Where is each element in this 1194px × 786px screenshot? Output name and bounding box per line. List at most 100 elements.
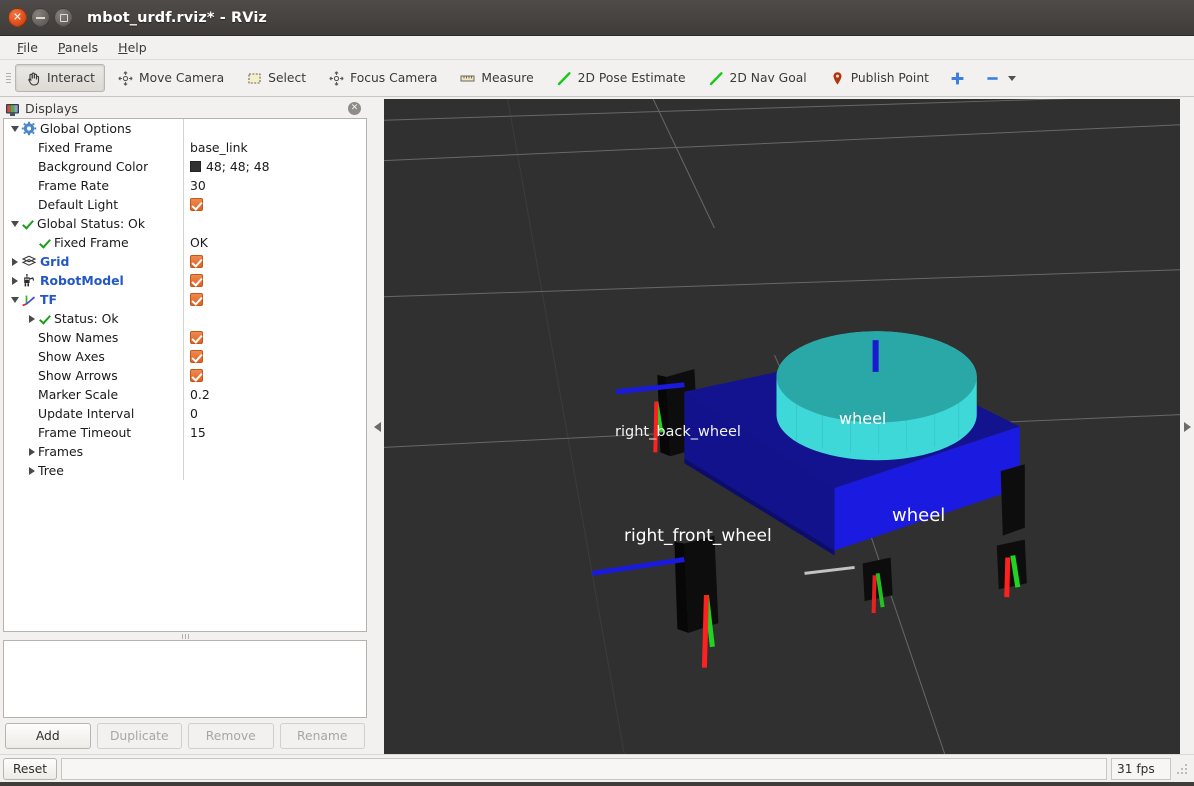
tree-row-fixed-frame[interactable]: Fixed Frame base_link [4, 138, 366, 157]
chevron-right-icon[interactable] [25, 466, 38, 475]
tree-row-global-options[interactable]: Global Options [4, 119, 366, 138]
checkbox-checked[interactable] [190, 255, 203, 268]
checkbox-checked[interactable] [190, 350, 203, 363]
checkbox-checked[interactable] [190, 293, 203, 306]
tool-measure[interactable]: Measure [449, 64, 543, 92]
tree-row-value[interactable]: 0.2 [184, 385, 366, 404]
window-bottom-edge [0, 782, 1194, 786]
lidar-z-axis [872, 340, 879, 372]
tree-row-value[interactable]: 48; 48; 48 [184, 157, 366, 176]
lidar-cylinder [776, 331, 977, 461]
chevron-down-icon[interactable] [8, 125, 21, 132]
duplicate-button[interactable]: Duplicate [96, 723, 182, 749]
checkbox-checked[interactable] [190, 369, 203, 382]
tool-focus-camera-label: Focus Camera [350, 71, 438, 85]
displays-tree-container[interactable]: Global Options Fixed Frame base_link Backgr… [3, 118, 367, 632]
tree-row-label: RobotModel [40, 273, 124, 288]
tree-row-global-status-fixed-frame[interactable]: Fixed Frame OK [4, 233, 366, 252]
tree-row-value[interactable]: 30 [184, 176, 366, 195]
menu-panels[interactable]: Panels [49, 38, 107, 57]
chevron-down-icon[interactable] [8, 220, 21, 227]
tool-focus-camera[interactable]: Focus Camera [318, 64, 447, 92]
collapse-right-handle[interactable] [1180, 99, 1194, 754]
maximize-icon[interactable] [54, 8, 73, 27]
chevron-down-icon[interactable] [8, 296, 21, 303]
tree-row-tf-marker-scale[interactable]: Marker Scale 0.2 [4, 385, 366, 404]
add-button[interactable]: Add [5, 723, 91, 749]
tree-row-value[interactable] [184, 195, 366, 214]
tool-interact[interactable]: Interact [15, 64, 105, 92]
tool-move-camera-label: Move Camera [138, 71, 225, 85]
tree-row-grid[interactable]: Grid [4, 252, 366, 271]
resize-grip-icon[interactable] [1175, 760, 1191, 777]
tree-row-tf-show-axes[interactable]: Show Axes [4, 347, 366, 366]
tree-row-value[interactable] [184, 271, 366, 290]
collapse-left-handle[interactable] [370, 99, 384, 754]
color-swatch[interactable] [190, 161, 201, 172]
collapse-right-arrow-icon [1183, 421, 1191, 432]
tool-publish-point[interactable]: Publish Point [819, 64, 939, 92]
gear-icon [21, 121, 37, 136]
tree-row-value[interactable] [184, 347, 366, 366]
menu-file[interactable]: File [8, 38, 47, 57]
tree-row-global-status[interactable]: Global Status: Ok [4, 214, 366, 233]
color-value-text: 48; 48; 48 [206, 159, 270, 174]
tree-row-tf[interactable]: TF [4, 290, 366, 309]
tree-row-name: Show Axes [4, 347, 184, 366]
rename-button[interactable]: Rename [279, 723, 365, 749]
tree-row-value[interactable] [184, 290, 366, 309]
tree-row-tf-show-names[interactable]: Show Names [4, 328, 366, 347]
checkbox-checked[interactable] [190, 198, 203, 211]
tree-row-value[interactable]: 0 [184, 404, 366, 423]
tree-row-frame-rate[interactable]: Frame Rate 30 [4, 176, 366, 195]
chevron-right-icon[interactable] [25, 447, 38, 456]
chevron-down-icon[interactable] [1007, 75, 1016, 81]
tree-row-default-light[interactable]: Default Light [4, 195, 366, 214]
tree-row-tf-tree[interactable]: Tree [4, 461, 366, 480]
grid-icon [21, 254, 37, 269]
view-container: right_back_wheel wheel right_front_wheel… [370, 97, 1194, 754]
close-icon[interactable]: ✕ [8, 8, 27, 27]
tree-row-value[interactable] [184, 252, 366, 271]
tree-row-tf-frames[interactable]: Frames [4, 442, 366, 461]
tree-row-value[interactable] [184, 366, 366, 385]
tree-row-value [184, 442, 366, 461]
remove-button[interactable]: Remove [188, 723, 274, 749]
tree-row-value[interactable] [184, 328, 366, 347]
reset-button[interactable]: Reset [3, 757, 58, 780]
description-panel [3, 640, 367, 718]
tool-move-camera[interactable]: Move Camera [107, 64, 234, 92]
tree-row-value[interactable]: base_link [184, 138, 366, 157]
tree-row-value [184, 461, 366, 480]
chevron-right-icon[interactable] [8, 257, 21, 266]
tree-row-robotmodel[interactable]: RobotModel [4, 271, 366, 290]
tree-row-tf-status[interactable]: Status: Ok [4, 309, 366, 328]
tree-row-tf-show-arrows[interactable]: Show Arrows [4, 366, 366, 385]
statusbar: Reset 31 fps [0, 754, 1194, 782]
tree-row-name: Tree [4, 461, 184, 480]
tree-row-background-color[interactable]: Background Color 48; 48; 48 [4, 157, 366, 176]
panel-splitter[interactable] [3, 632, 367, 640]
menu-help[interactable]: Help [109, 38, 156, 57]
chevron-right-icon[interactable] [25, 314, 38, 323]
tool-interact-label: Interact [47, 71, 95, 85]
toolbar-grip[interactable] [4, 67, 12, 89]
tree-row-tf-update-interval[interactable]: Update Interval 0 [4, 404, 366, 423]
tree-row-label: Marker Scale [38, 387, 119, 402]
checkbox-checked[interactable] [190, 274, 203, 287]
remove-tool-button[interactable] [976, 64, 1024, 92]
close-icon[interactable]: ✕ [348, 102, 361, 115]
tool-select[interactable]: Select [236, 64, 316, 92]
tree-row-value[interactable]: 15 [184, 423, 366, 442]
tool-2d-nav-goal[interactable]: 2D Nav Goal [698, 64, 817, 92]
checkbox-checked[interactable] [190, 331, 203, 344]
tool-2d-pose-estimate-label: 2D Pose Estimate [577, 71, 686, 85]
3d-render-view[interactable]: right_back_wheel wheel right_front_wheel… [384, 99, 1180, 754]
tool-2d-pose-estimate[interactable]: 2D Pose Estimate [546, 64, 696, 92]
tree-row-value[interactable]: OK [184, 233, 366, 252]
tree-row-tf-frame-timeout[interactable]: Frame Timeout 15 [4, 423, 366, 442]
chevron-right-icon[interactable] [8, 276, 21, 285]
add-tool-button[interactable] [941, 64, 974, 92]
tree-row-label: Background Color [38, 159, 149, 174]
minimize-icon[interactable] [31, 8, 50, 27]
